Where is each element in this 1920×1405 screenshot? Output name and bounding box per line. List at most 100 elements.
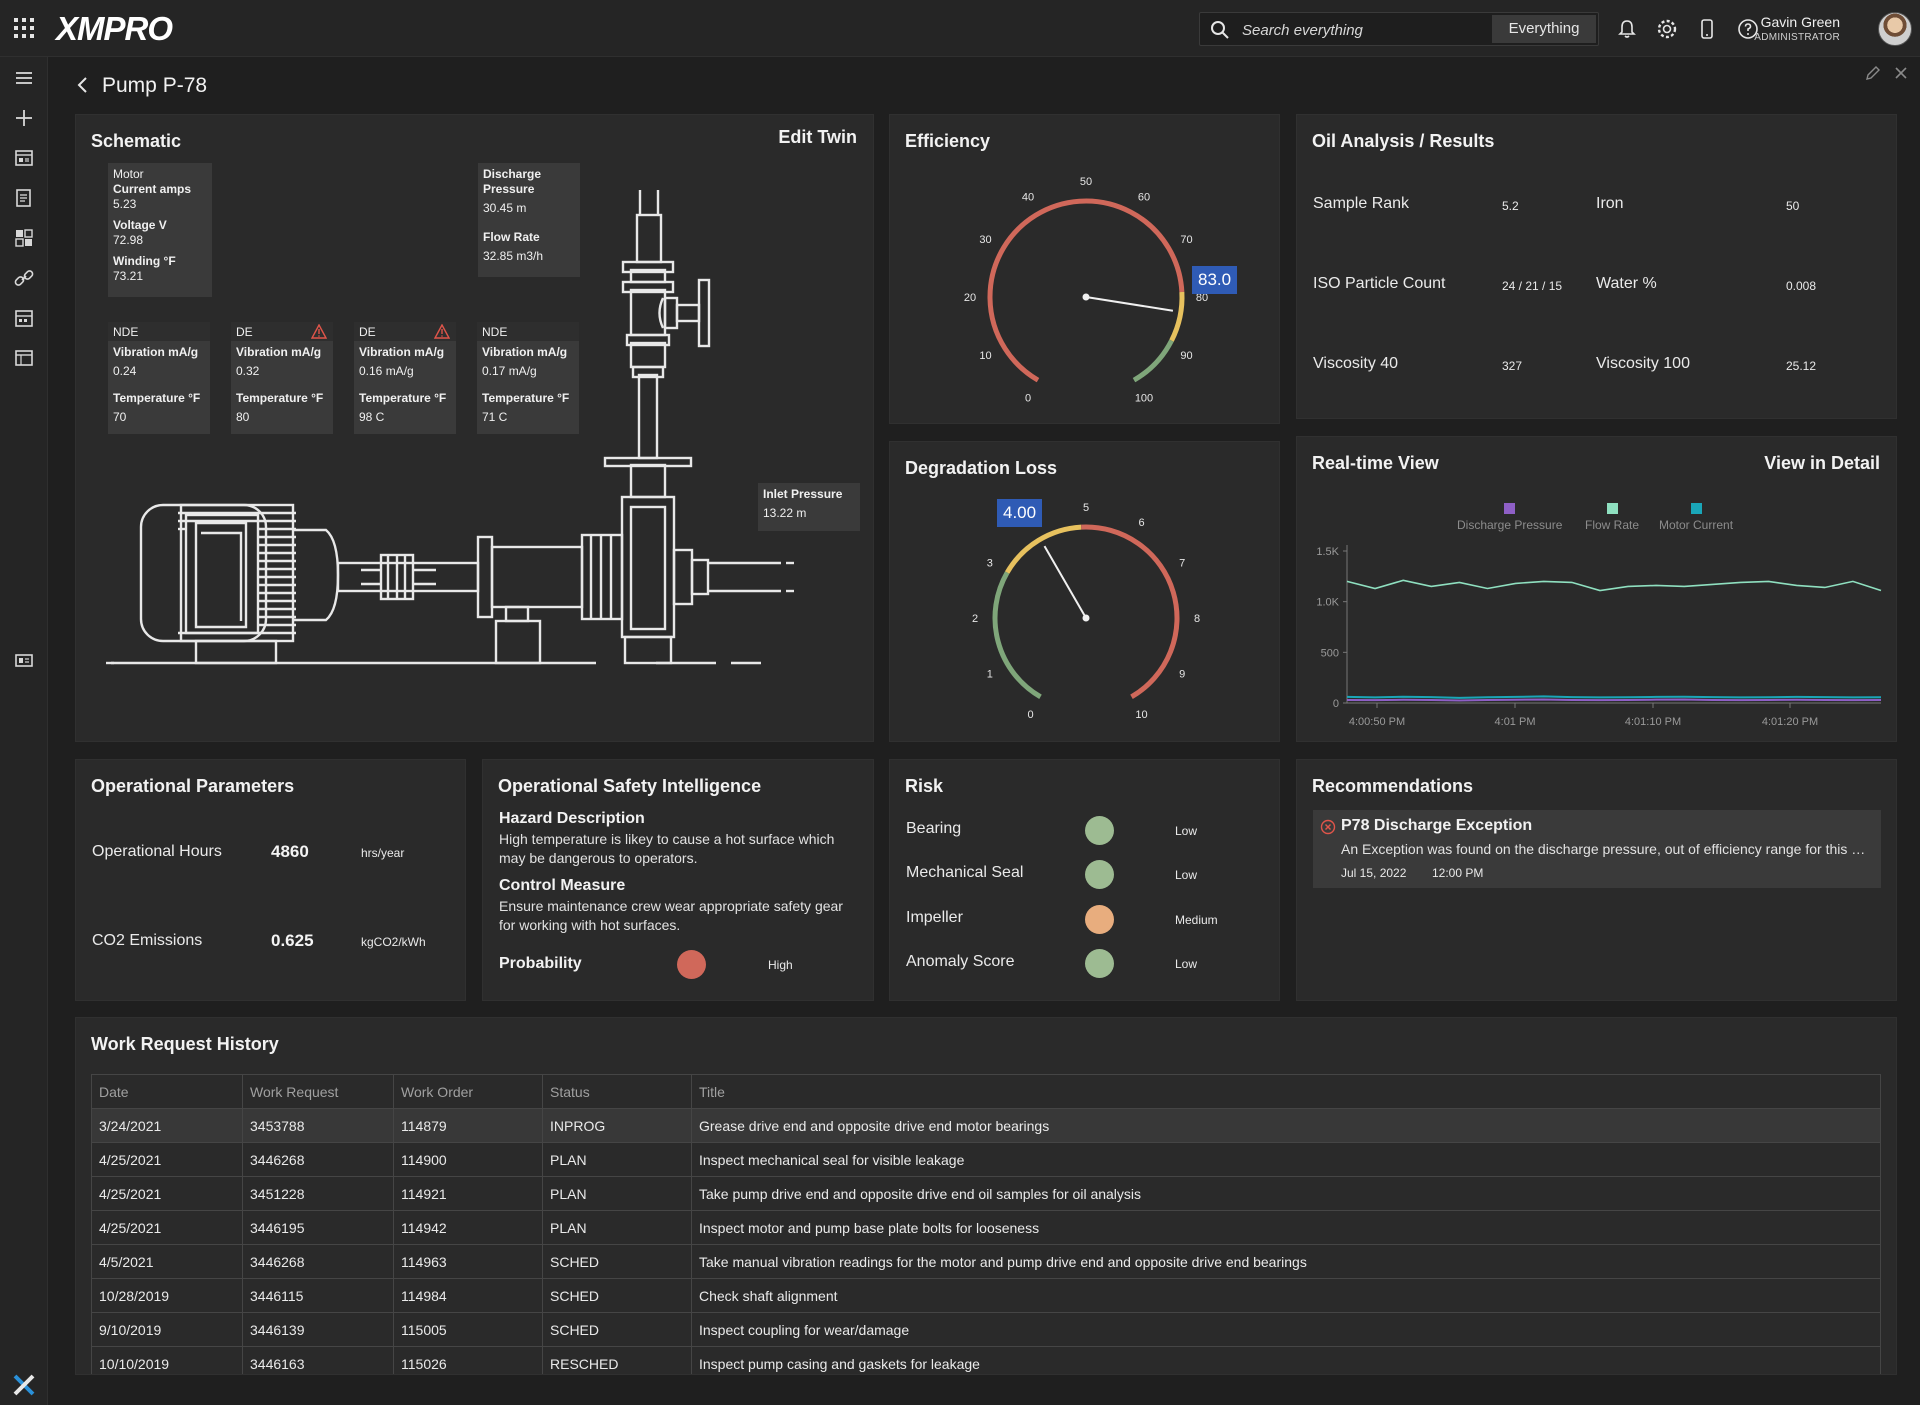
probability-indicator xyxy=(677,950,706,979)
column-header-title[interactable]: Title xyxy=(691,1074,1881,1109)
table-row[interactable]: 10/10/2019 3446163 115026 RESCHED Inspect pu… xyxy=(91,1346,1881,1374)
bell-icon[interactable] xyxy=(1616,18,1638,40)
close-icon[interactable] xyxy=(1892,64,1910,82)
add-icon[interactable] xyxy=(13,107,35,129)
oil-value: 327 xyxy=(1502,359,1523,373)
list-icon[interactable] xyxy=(13,187,35,209)
table-row[interactable]: 4/25/2021 3446195 114942 PLAN Inspect motor … xyxy=(91,1210,1881,1245)
cell-status: PLAN xyxy=(542,1142,692,1177)
motor-voltage-label: Voltage V xyxy=(113,218,167,232)
cell-work-order: 115026 xyxy=(393,1346,543,1374)
risk-card: Risk Bearing Low Mechanical Seal Low Imp… xyxy=(889,759,1280,1001)
sensor-vibration-label: Vibration mA/g xyxy=(359,345,445,359)
efficiency-band xyxy=(1132,339,1174,383)
oil-value: 24 / 21 / 15 xyxy=(1502,279,1563,293)
cell-date: 4/25/2021 xyxy=(91,1210,243,1245)
co2-emissions-label: CO2 Emissions xyxy=(92,932,203,949)
operational-parameters-card: Operational Parameters Operational Hours… xyxy=(75,759,466,1001)
menu-icon[interactable] xyxy=(13,67,35,89)
column-header-work-request[interactable]: Work Request xyxy=(242,1074,394,1109)
search-scope-dropdown[interactable]: Everything xyxy=(1492,15,1596,43)
flow-rate-value: 32.85 m3/h xyxy=(483,249,544,263)
avatar[interactable] xyxy=(1878,12,1912,46)
cell-work-request: 3451228 xyxy=(242,1176,394,1211)
work-request-table: Date Work Request Work Order Status Titl… xyxy=(91,1074,1881,1374)
table-header-row: Date Work Request Work Order Status Titl… xyxy=(91,1074,1881,1109)
recommendations-title: Recommendations xyxy=(1312,776,1474,796)
control-text: Ensure maintenance crew wear appropriate… xyxy=(499,898,843,933)
efficiency-band xyxy=(987,198,1185,383)
dashboard-icon[interactable] xyxy=(13,147,35,169)
cell-title: Inspect pump casing and gaskets for leak… xyxy=(691,1346,1881,1374)
cell-work-order: 115005 xyxy=(393,1312,543,1347)
cell-work-order: 114921 xyxy=(393,1176,543,1211)
control-title: Control Measure xyxy=(499,877,626,894)
efficiency-value: 83.0 xyxy=(1192,266,1238,294)
cell-work-order: 114879 xyxy=(393,1108,543,1143)
risk-indicator xyxy=(1085,860,1114,889)
table-row[interactable]: 4/5/2021 3446268 114963 SCHED Take manual vi… xyxy=(91,1244,1881,1279)
cell-work-request: 3446115 xyxy=(242,1278,394,1313)
xmpro-mark-icon[interactable] xyxy=(11,1372,37,1398)
calendar-icon[interactable] xyxy=(13,307,35,329)
risk-level: Low xyxy=(1175,868,1198,882)
efficiency-tick-label: 70 xyxy=(1180,234,1192,246)
operational-hours-value: 4860 xyxy=(271,842,309,861)
x-tick-label: 4:01:20 PM xyxy=(1762,716,1818,728)
gear-icon[interactable] xyxy=(1656,18,1678,40)
sensor-box: DE Vibration mA/g 0.16 mA/g Temperature … xyxy=(354,322,456,434)
sensor-header: DE xyxy=(236,325,253,339)
sensor-vibration-value: 0.24 xyxy=(113,364,137,378)
co2-emissions-value: 0.625 xyxy=(271,931,314,950)
recommendation-item[interactable]: P78 Discharge Exception An Exception was… xyxy=(1313,810,1881,888)
efficiency-needle-hub xyxy=(1082,293,1090,301)
risk-title: Risk xyxy=(905,776,944,796)
work-request-history-card: Work Request History Date Work Request W… xyxy=(75,1017,1897,1375)
pencil-icon[interactable] xyxy=(1864,64,1882,82)
risk-indicator xyxy=(1085,905,1114,934)
back-chevron-icon[interactable] xyxy=(76,76,90,94)
efficiency-card: Efficiency 0 10 20 30 40 50 60 70 80 90 100 83.0 xyxy=(889,114,1280,424)
efficiency-tick-label: 0 xyxy=(1025,392,1031,404)
sensor-temperature-label: Temperature °F xyxy=(359,391,447,405)
motor-header: Motor xyxy=(113,167,144,181)
table-row[interactable]: 3/24/2021 3453788 114879 INPROG Grease drive… xyxy=(91,1108,1881,1143)
degradation-tick-label: 7 xyxy=(1179,558,1185,570)
schematic-card: Schematic Edit Twin Motor Current amps 5… xyxy=(75,114,874,742)
recommendation-time: 12:00 PM xyxy=(1432,866,1484,880)
x-tick-label: 4:01:10 PM xyxy=(1625,716,1681,728)
flow-rate-label: Flow Rate xyxy=(483,230,540,244)
table-row[interactable]: 4/25/2021 3446268 114900 PLAN Inspect mechan… xyxy=(91,1142,1881,1177)
probability-label: Probability xyxy=(499,955,582,972)
cell-title: Inspect motor and pump base plate bolts … xyxy=(691,1210,1881,1245)
user-name[interactable]: Gavin Green xyxy=(1761,14,1840,30)
table-row[interactable]: 4/25/2021 3451228 114921 PLAN Take pump driv… xyxy=(91,1176,1881,1211)
hazard-text: High temperature is likey to cause a hot… xyxy=(499,831,835,866)
efficiency-tick-label: 20 xyxy=(964,292,976,304)
mobile-icon[interactable] xyxy=(1696,18,1718,40)
column-header-work-order[interactable]: Work Order xyxy=(393,1074,543,1109)
panel-icon[interactable] xyxy=(13,649,35,671)
recommendation-text: An Exception was found on the discharge … xyxy=(1341,841,1873,857)
oil-value: 50 xyxy=(1786,199,1800,213)
app-logo[interactable]: XMPRO xyxy=(56,10,173,48)
risk-level: Medium xyxy=(1175,913,1218,927)
cell-work-request: 3446163 xyxy=(242,1346,394,1374)
table-row[interactable]: 9/10/2019 3446139 115005 SCHED Inspect coupl… xyxy=(91,1312,1881,1347)
risk-level: Low xyxy=(1175,824,1198,838)
apps-icon[interactable] xyxy=(13,227,35,249)
sensor-temperature-value: 80 xyxy=(236,410,250,424)
link-icon[interactable] xyxy=(13,267,35,289)
sensor-vibration-label: Vibration mA/g xyxy=(113,345,199,359)
table-row[interactable]: 10/28/2019 3446115 114984 SCHED Check shaft … xyxy=(91,1278,1881,1313)
series-line-1 xyxy=(1346,579,1882,592)
app-launcher-icon[interactable] xyxy=(14,18,34,38)
search-input[interactable]: Search everything xyxy=(1242,22,1363,39)
sensor-vibration-value: 0.32 xyxy=(236,364,260,378)
search-box[interactable]: Search everything Everything xyxy=(1199,12,1599,46)
column-header-status[interactable]: Status xyxy=(542,1074,692,1109)
window-icon[interactable] xyxy=(13,347,35,369)
column-header-date[interactable]: Date xyxy=(91,1074,243,1109)
motor-current-label: Current amps xyxy=(113,182,192,196)
degradation-tick-label: 5 xyxy=(1083,502,1089,514)
